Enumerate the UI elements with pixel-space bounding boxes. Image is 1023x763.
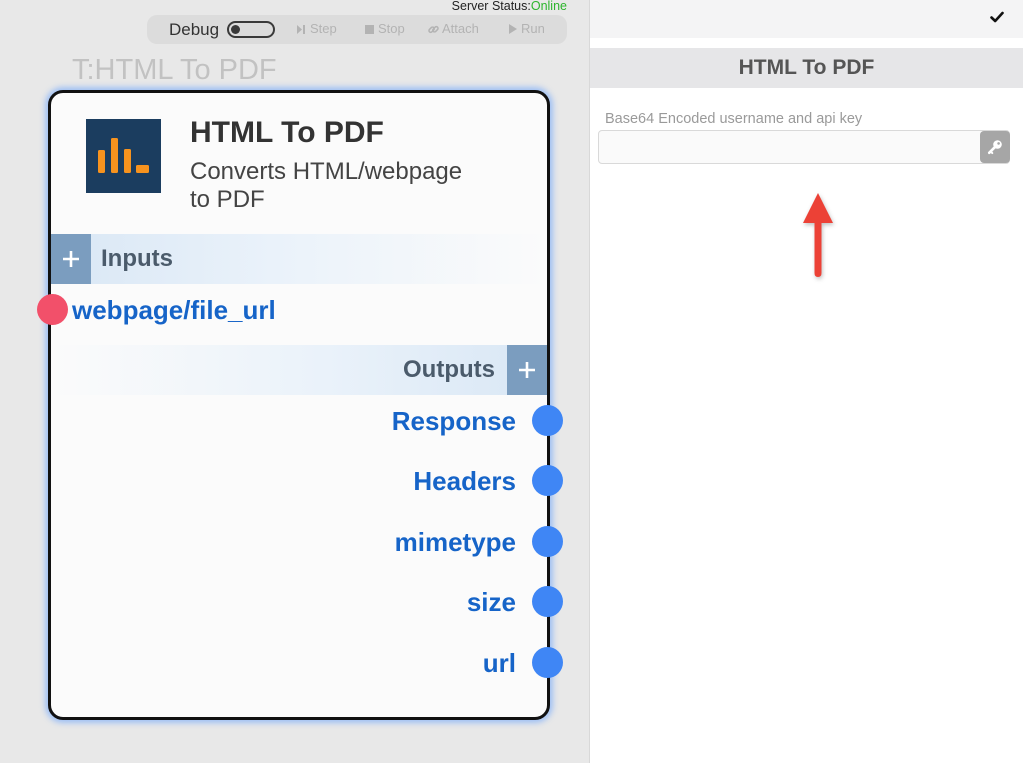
input-port-label: webpage/file_url <box>72 295 276 325</box>
workflow-canvas[interactable]: Server Status:Online Debug Step Stop Att… <box>0 0 589 763</box>
output-port-label: mimetype <box>394 527 516 557</box>
step-button[interactable]: Step <box>296 21 337 37</box>
attach-label: Attach <box>442 21 479 36</box>
inputs-header-label: Inputs <box>101 245 173 272</box>
play-icon <box>509 24 517 34</box>
node-description: Converts HTML/webpage to PDF <box>190 158 463 213</box>
run-label: Run <box>521 21 545 36</box>
panel-topbar <box>590 0 1023 38</box>
node-card[interactable]: HTML To PDF Converts HTML/webpage to PDF… <box>37 90 563 720</box>
red-arrow-annotation <box>803 193 833 277</box>
outputs-header-label: Outputs <box>403 356 495 383</box>
add-input-button[interactable] <box>51 234 91 284</box>
output-port-dot[interactable] <box>532 465 563 496</box>
outputs-section-header: Outputs <box>51 345 547 395</box>
key-button[interactable] <box>980 131 1010 163</box>
debug-toggle-knob <box>231 25 240 34</box>
output-port-dot[interactable] <box>532 586 563 617</box>
api-key-input[interactable] <box>598 130 1010 164</box>
server-status-value: Online <box>530 0 567 13</box>
inputs-section-header: Inputs <box>51 234 547 284</box>
properties-panel: HTML To PDF Base64 Encoded username and … <box>589 0 1023 763</box>
debug-toolbar: Debug Step Stop Attach Run <box>147 15 567 44</box>
output-port-label: Response <box>391 406 516 436</box>
input-port-dot[interactable] <box>37 294 68 325</box>
attach-button[interactable]: Attach <box>428 21 479 37</box>
output-port-label: Headers <box>413 466 516 496</box>
output-port-dot[interactable] <box>532 405 563 436</box>
output-port-label: url <box>482 648 516 678</box>
stop-label: Stop <box>378 21 405 36</box>
server-status: Server Status:Online <box>452 0 567 13</box>
checkmark-icon <box>990 11 1004 23</box>
debug-label: Debug <box>169 20 220 39</box>
key-icon <box>987 140 1002 155</box>
step-icon <box>297 24 305 34</box>
add-output-button[interactable] <box>507 345 547 395</box>
stop-icon <box>365 24 374 34</box>
output-port-dot[interactable] <box>532 526 563 557</box>
step-label: Step <box>310 21 337 36</box>
panel-header: HTML To PDF <box>590 48 1023 88</box>
debug-toggle[interactable] <box>227 21 275 38</box>
confirm-button[interactable] <box>988 9 1006 25</box>
node-title: HTML To PDF <box>190 116 384 149</box>
output-port-dot[interactable] <box>532 647 563 678</box>
bar-chart-logo-icon <box>98 138 149 173</box>
plus-icon <box>63 251 79 267</box>
server-status-label: Server Status: <box>451 0 531 13</box>
output-port-label: size <box>466 587 516 617</box>
stop-button[interactable]: Stop <box>365 21 405 37</box>
api-key-field-label: Base64 Encoded username and api key <box>605 111 863 127</box>
node-caption: T:HTML To PDF <box>72 54 277 86</box>
panel-title: HTML To PDF <box>738 56 875 79</box>
node-logo <box>86 119 161 193</box>
link-icon <box>428 25 439 33</box>
run-button[interactable]: Run <box>508 21 545 37</box>
plus-icon <box>519 362 535 378</box>
